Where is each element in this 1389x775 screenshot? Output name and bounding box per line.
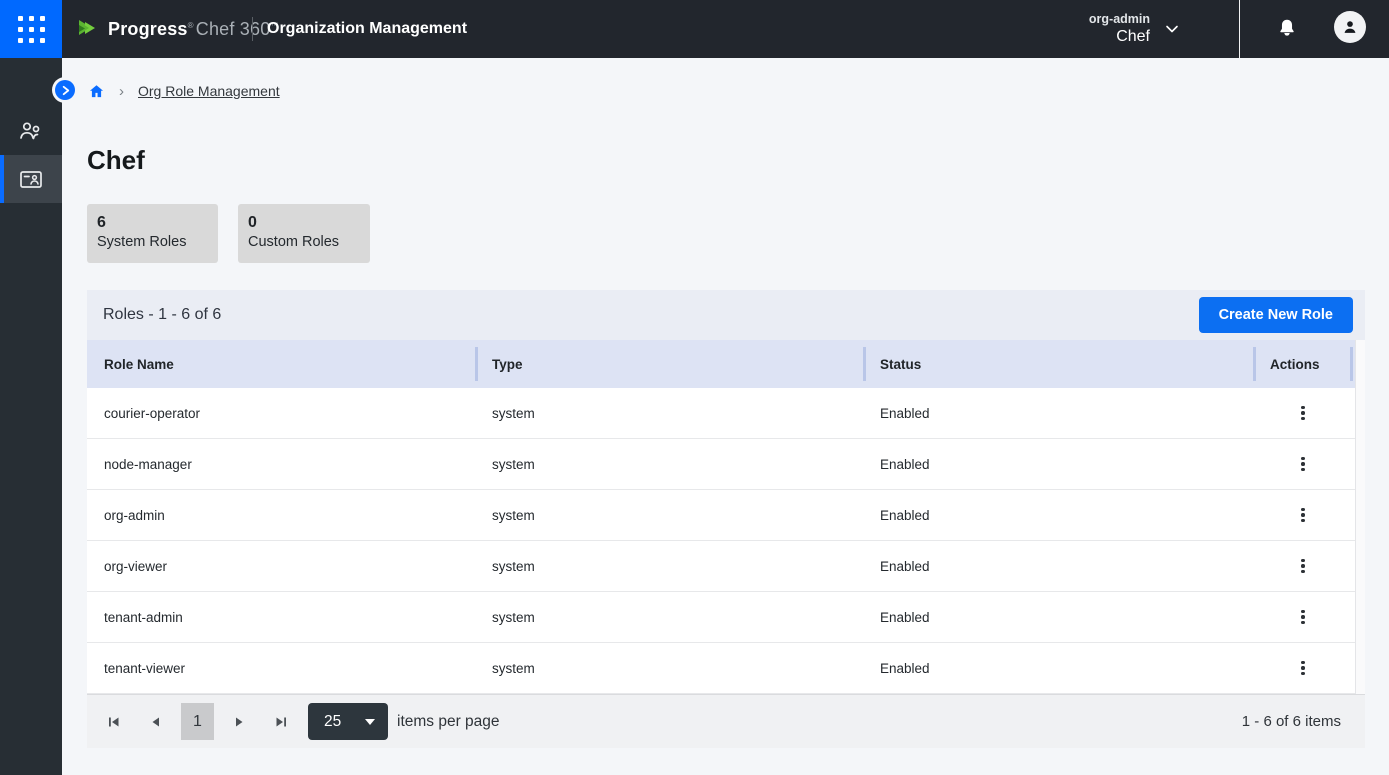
- table-body: courier-operator system Enabled node-man…: [87, 388, 1365, 694]
- dropdown-caret-icon: [365, 719, 375, 725]
- table-scrollbar-track[interactable]: [1355, 340, 1365, 694]
- badge-icon: [18, 167, 44, 191]
- create-new-role-button[interactable]: Create New Role: [1199, 297, 1353, 333]
- cell-status: Enabled: [863, 643, 1253, 693]
- stat-label: Custom Roles: [248, 232, 360, 253]
- cell-status: Enabled: [863, 388, 1253, 438]
- stat-value: 6: [97, 213, 208, 232]
- cell-role-name: org-admin: [87, 490, 475, 540]
- cell-type: system: [475, 439, 863, 489]
- stat-card-system-roles: 6 System Roles: [87, 204, 218, 263]
- stat-card-custom-roles: 0 Custom Roles: [238, 204, 370, 263]
- org-name-label: Chef: [1116, 28, 1150, 46]
- cell-type: system: [475, 592, 863, 642]
- column-header-actions: Actions: [1253, 340, 1353, 388]
- brand-text: Progress®Chef 360™: [108, 19, 279, 40]
- sidebar-nav: [0, 58, 62, 775]
- breadcrumb: › Org Role Management: [88, 80, 280, 102]
- apps-grid-icon: [18, 16, 45, 43]
- brand-reg-mark: ®: [188, 21, 194, 30]
- row-actions-kebab-icon[interactable]: [1293, 504, 1313, 527]
- last-page-button[interactable]: [270, 712, 292, 732]
- table-row: node-manager system Enabled: [87, 439, 1355, 490]
- previous-page-icon: [151, 716, 161, 728]
- cell-role-name: tenant-admin: [87, 592, 475, 642]
- notifications-button[interactable]: [1272, 13, 1302, 43]
- next-page-button[interactable]: [230, 712, 248, 732]
- table-row: tenant-viewer system Enabled: [87, 643, 1355, 694]
- chevron-down-icon: [1164, 21, 1180, 37]
- user-icon: [1340, 17, 1360, 37]
- cell-role-name: courier-operator: [87, 388, 475, 438]
- top-header-bar: Progress®Chef 360™ Organization Manageme…: [0, 0, 1389, 58]
- bell-icon: [1276, 17, 1298, 39]
- page-title: Chef: [87, 145, 145, 176]
- chevron-right-icon: [60, 85, 71, 96]
- brand-logo: Progress®Chef 360™: [76, 0, 279, 58]
- app-launcher-button[interactable]: [0, 0, 62, 58]
- pagination-summary: 1 - 6 of 6 items: [1242, 713, 1341, 730]
- row-actions-kebab-icon[interactable]: [1293, 402, 1313, 425]
- table-row: org-admin system Enabled: [87, 490, 1355, 541]
- sidebar-item-users[interactable]: [0, 107, 62, 155]
- column-header-status[interactable]: Status: [863, 340, 1253, 388]
- pagination-bar: 1 25 items per page 1 - 6 of 6 items: [87, 694, 1365, 748]
- page-size-dropdown[interactable]: 25: [308, 703, 388, 740]
- next-page-icon: [234, 716, 244, 728]
- screen: Progress®Chef 360™ Organization Manageme…: [0, 0, 1389, 775]
- cell-type: system: [475, 388, 863, 438]
- row-actions-kebab-icon[interactable]: [1293, 657, 1313, 680]
- table-row: courier-operator system Enabled: [87, 388, 1355, 439]
- previous-page-button[interactable]: [147, 712, 165, 732]
- row-actions-kebab-icon[interactable]: [1293, 555, 1313, 578]
- items-per-page-label: items per page: [397, 713, 500, 731]
- cell-role-name: tenant-viewer: [87, 643, 475, 693]
- current-page-button[interactable]: 1: [181, 703, 214, 740]
- breadcrumb-separator: ›: [119, 83, 124, 100]
- table-row: org-viewer system Enabled: [87, 541, 1355, 592]
- page-size-value: 25: [324, 713, 341, 731]
- row-actions-kebab-icon[interactable]: [1293, 453, 1313, 476]
- progress-logo-icon: [76, 17, 100, 41]
- roles-panel-title: Roles - 1 - 6 of 6: [103, 306, 221, 324]
- users-icon: [18, 119, 44, 143]
- last-page-icon: [274, 716, 288, 728]
- table-header-row: Role Name Type Status Actions: [87, 340, 1365, 388]
- table-row: tenant-admin system Enabled: [87, 592, 1355, 643]
- cell-status: Enabled: [863, 490, 1253, 540]
- sidebar-expand-button[interactable]: [55, 80, 75, 100]
- first-page-icon: [107, 716, 121, 728]
- topbar-divider: [1239, 0, 1240, 58]
- cell-status: Enabled: [863, 541, 1253, 591]
- cell-role-name: org-viewer: [87, 541, 475, 591]
- cell-status: Enabled: [863, 439, 1253, 489]
- breadcrumb-link-org-role-management[interactable]: Org Role Management: [138, 83, 280, 99]
- org-switcher[interactable]: org-admin Chef: [1089, 0, 1180, 58]
- brand-title-divider: [252, 17, 253, 41]
- first-page-button[interactable]: [103, 712, 125, 732]
- app-title: Organization Management: [267, 0, 467, 58]
- row-actions-kebab-icon[interactable]: [1293, 606, 1313, 629]
- column-header-role-name[interactable]: Role Name: [87, 340, 475, 388]
- home-icon[interactable]: [88, 83, 105, 100]
- column-header-type[interactable]: Type: [475, 340, 863, 388]
- brand-progress: Progress: [108, 19, 188, 39]
- roles-panel: Roles - 1 - 6 of 6 Create New Role Role …: [87, 290, 1365, 748]
- cell-role-name: node-manager: [87, 439, 475, 489]
- cell-type: system: [475, 643, 863, 693]
- roles-panel-header: Roles - 1 - 6 of 6 Create New Role: [87, 290, 1365, 340]
- cell-type: system: [475, 541, 863, 591]
- org-role-label: org-admin: [1089, 12, 1150, 26]
- stat-label: System Roles: [97, 232, 208, 253]
- brand-product: Chef 360: [196, 19, 271, 39]
- user-avatar-button[interactable]: [1334, 11, 1366, 43]
- sidebar-item-org-roles[interactable]: [0, 155, 62, 203]
- cell-type: system: [475, 490, 863, 540]
- stat-value: 0: [248, 213, 360, 232]
- cell-status: Enabled: [863, 592, 1253, 642]
